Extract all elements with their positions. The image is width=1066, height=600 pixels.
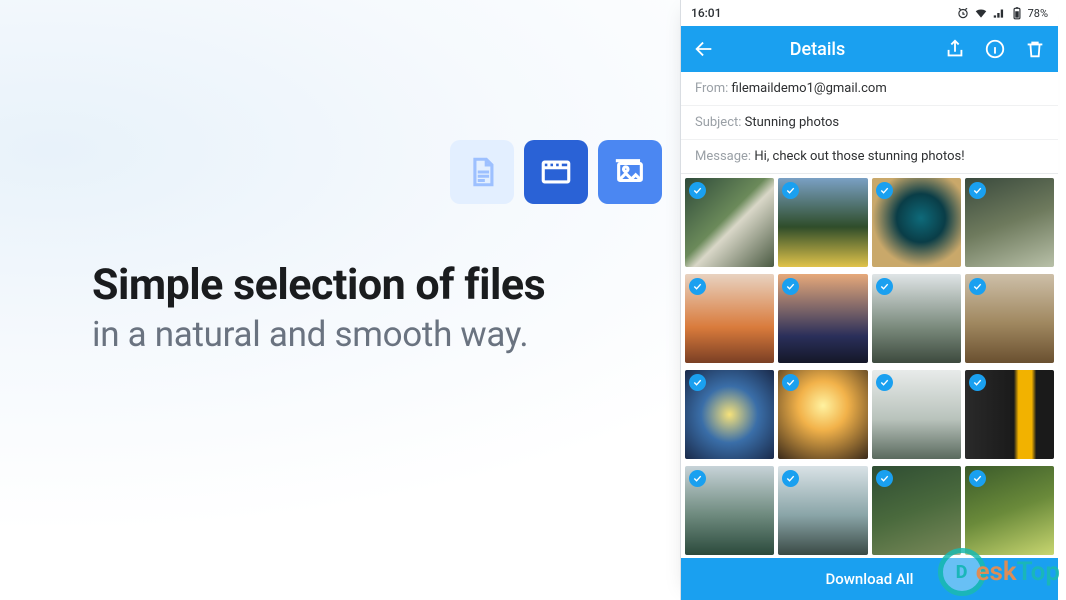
from-row: From: filemaildemo1@gmail.com <box>681 72 1058 106</box>
photo-thumb[interactable] <box>685 178 774 267</box>
page-title: Details <box>705 39 930 60</box>
app-bar: Details <box>681 26 1058 72</box>
status-bar: 16:01 78% <box>681 0 1058 26</box>
selected-check-icon <box>689 374 706 391</box>
subject-row: Subject: Stunning photos <box>681 106 1058 140</box>
subject-label: Subject: <box>695 115 745 130</box>
photo-thumb[interactable] <box>965 370 1054 459</box>
from-value: filemaildemo1@gmail.com <box>732 81 887 96</box>
subject-value: Stunning photos <box>745 115 840 130</box>
headline-secondary: in a natural and smooth way. <box>92 314 672 355</box>
photo-thumb[interactable] <box>778 370 867 459</box>
filetype-icon-row <box>450 140 662 204</box>
photo-thumb[interactable] <box>685 370 774 459</box>
selected-check-icon <box>876 182 893 199</box>
photo-thumb[interactable] <box>778 274 867 363</box>
photo-thumb[interactable] <box>965 466 1054 555</box>
selected-check-icon <box>969 470 986 487</box>
photo-grid <box>681 174 1058 558</box>
selected-check-icon <box>969 374 986 391</box>
photo-thumb[interactable] <box>685 274 774 363</box>
message-label: Message: <box>695 149 754 164</box>
wifi-icon <box>974 6 988 20</box>
photo-thumb[interactable] <box>872 178 961 267</box>
signal-icon <box>992 6 1006 20</box>
delete-button[interactable] <box>1024 38 1046 60</box>
video-icon <box>524 140 588 204</box>
selected-check-icon <box>969 278 986 295</box>
selected-check-icon <box>876 470 893 487</box>
message-row: Message: Hi, check out those stunning ph… <box>681 140 1058 173</box>
selected-check-icon <box>689 182 706 199</box>
phone-mock: 16:01 78% Details From: fi <box>680 0 1058 600</box>
marketing-headline: Simple selection of files in a natural a… <box>92 260 672 355</box>
share-button[interactable] <box>944 38 966 60</box>
photo-thumb[interactable] <box>872 370 961 459</box>
download-all-button[interactable]: Download All <box>681 558 1058 600</box>
battery-icon <box>1010 6 1024 20</box>
photo-thumb[interactable] <box>872 274 961 363</box>
photo-thumb[interactable] <box>965 274 1054 363</box>
status-icons: 78% <box>956 6 1048 20</box>
selected-check-icon <box>969 182 986 199</box>
battery-text: 78% <box>1028 7 1048 20</box>
photo-thumb[interactable] <box>872 466 961 555</box>
selected-check-icon <box>689 470 706 487</box>
details-section: From: filemaildemo1@gmail.com Subject: S… <box>681 72 1058 174</box>
image-icon <box>598 140 662 204</box>
photo-thumb[interactable] <box>778 178 867 267</box>
photo-thumb[interactable] <box>778 466 867 555</box>
from-label: From: <box>695 81 732 96</box>
selected-check-icon <box>876 374 893 391</box>
info-button[interactable] <box>984 38 1006 60</box>
status-time: 16:01 <box>691 6 721 20</box>
alarm-icon <box>956 6 970 20</box>
document-icon <box>450 140 514 204</box>
message-value: Hi, check out those stunning photos! <box>754 149 964 164</box>
photo-thumb[interactable] <box>965 178 1054 267</box>
headline-primary: Simple selection of files <box>92 260 672 310</box>
photo-thumb[interactable] <box>685 466 774 555</box>
selected-check-icon <box>876 278 893 295</box>
selected-check-icon <box>689 278 706 295</box>
